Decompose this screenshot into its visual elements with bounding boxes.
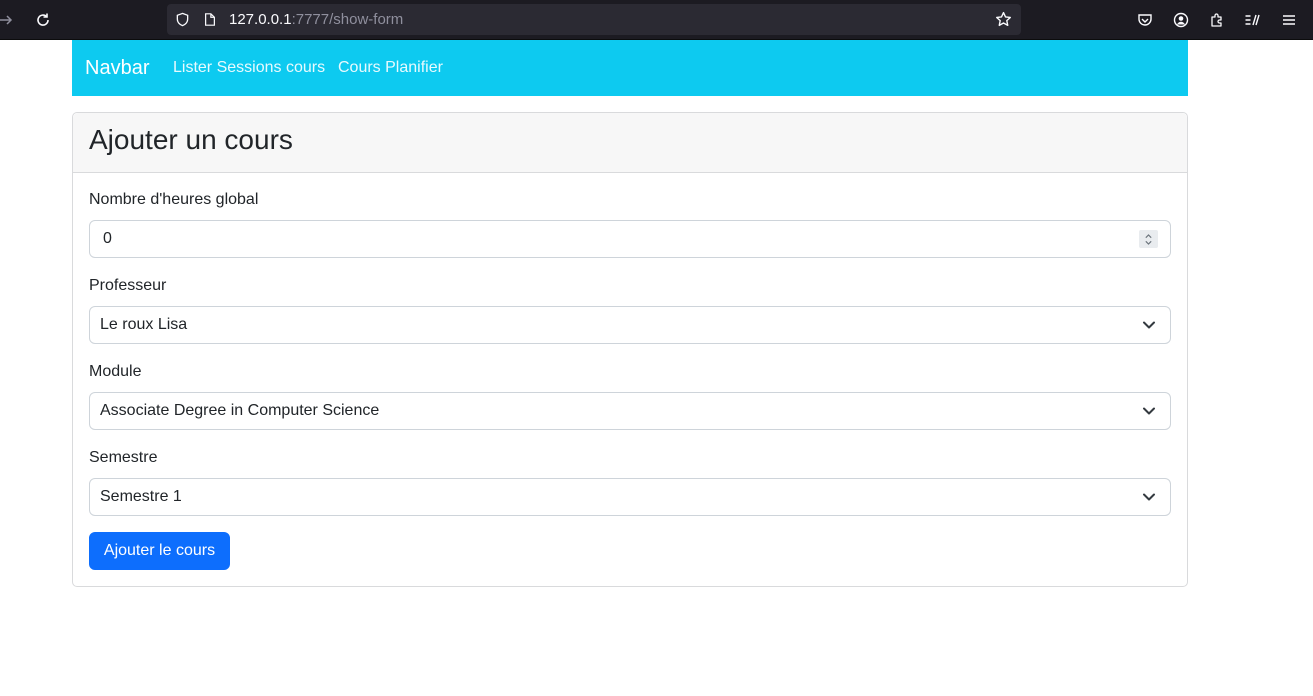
semester-label: Semestre	[89, 449, 158, 466]
menu-icon[interactable]	[1275, 6, 1303, 34]
professor-select[interactable]: Le roux Lisa	[89, 306, 1171, 344]
nav-link-cours-planifier[interactable]: Cours Planifier	[338, 59, 443, 77]
account-icon[interactable]	[1167, 6, 1195, 34]
navbar-brand[interactable]: Navbar	[85, 57, 149, 79]
professor-value: Le roux Lisa	[100, 316, 188, 333]
back-arrow-icon[interactable]	[0, 6, 20, 34]
hours-label: Nombre d'heures global	[89, 191, 259, 208]
url-path: :7777/show-form	[291, 11, 404, 28]
page-icon[interactable]	[201, 11, 218, 28]
add-course-card: Ajouter un cours Nombre d'heures global …	[72, 112, 1188, 587]
semester-value: Semestre 1	[100, 488, 182, 505]
spinner-icon[interactable]	[1139, 230, 1158, 248]
module-value: Associate Degree in Computer Science	[100, 402, 380, 419]
card-header: Ajouter un cours	[73, 113, 1187, 173]
chevron-down-icon	[1143, 493, 1155, 501]
professor-label: Professeur	[89, 277, 167, 294]
reload-icon[interactable]	[29, 6, 57, 34]
hours-value: 0	[103, 230, 112, 247]
nav-link-lister-sessions[interactable]: Lister Sessions cours	[173, 59, 325, 77]
chevron-down-icon	[1143, 321, 1155, 329]
hours-input[interactable]: 0	[89, 220, 1171, 258]
shield-icon[interactable]	[174, 11, 191, 28]
url-host: 127.0.0.1	[229, 11, 292, 28]
url-bar[interactable]: 127.0.0.1:7777/show-form	[167, 4, 1021, 35]
extensions-icon[interactable]	[1203, 6, 1231, 34]
chevron-down-icon	[1143, 407, 1155, 415]
module-select[interactable]: Associate Degree in Computer Science	[89, 392, 1171, 430]
semester-select[interactable]: Semestre 1	[89, 478, 1171, 516]
navbar: Navbar Lister Sessions cours Cours Plani…	[72, 40, 1188, 96]
reader-view-icon[interactable]	[1238, 6, 1266, 34]
pocket-icon[interactable]	[1131, 6, 1159, 34]
page-title: Ajouter un cours	[89, 124, 293, 155]
module-label: Module	[89, 363, 142, 380]
add-course-button[interactable]: Ajouter le cours	[89, 532, 230, 570]
star-icon[interactable]	[995, 11, 1012, 28]
url-text[interactable]: 127.0.0.1:7777/show-form	[229, 11, 403, 28]
browser-toolbar: 127.0.0.1:7777/show-form	[0, 0, 1313, 40]
